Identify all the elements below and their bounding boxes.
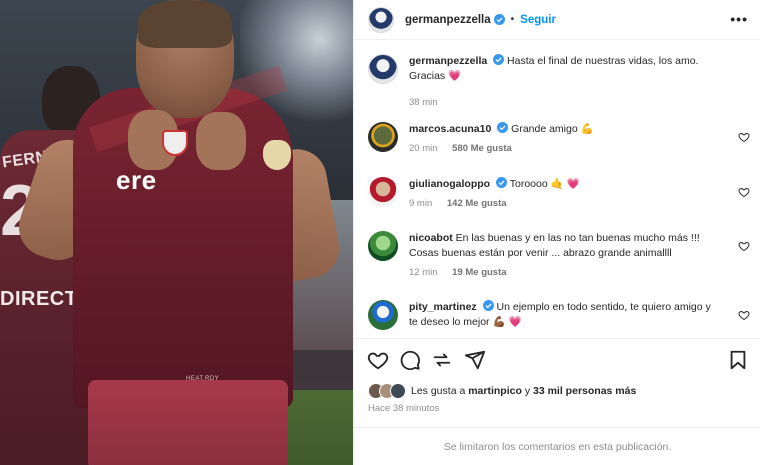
caption-text-line2: Gracias: [409, 70, 446, 82]
comment-text: Grande amigo 💪: [511, 123, 594, 135]
liker-avatar: [390, 383, 406, 399]
avatar[interactable]: [368, 122, 398, 152]
avatar[interactable]: [368, 177, 398, 207]
separator-dot: •: [510, 14, 515, 25]
comment-likes[interactable]: 142 Me gusta: [447, 198, 507, 209]
caption-text: Hasta el final de nuestras vidas, los am…: [507, 55, 699, 67]
post-photo[interactable]: FERNANDO 20 DIRECTV ere HEAT.RDY: [0, 0, 353, 465]
comment-item: pity_martinez Un ejemplo en todo sentido…: [368, 300, 750, 330]
caption-username[interactable]: germanpezzella: [409, 55, 487, 67]
caption-time[interactable]: 38 min: [409, 97, 438, 108]
like-comment-heart-icon[interactable]: [738, 240, 750, 252]
main-player: ere HEAT.RDY: [11, 0, 344, 465]
verified-icon: [497, 122, 509, 133]
send-icon[interactable]: [464, 349, 486, 371]
club-crest: [162, 130, 188, 156]
heart-icon[interactable]: [367, 349, 389, 371]
avatar[interactable]: [368, 54, 398, 84]
comment-time[interactable]: 20 min: [409, 143, 438, 154]
post-header: germanpezzella • Seguir •••: [354, 0, 760, 40]
comments-list[interactable]: germanpezzella Hasta el final de nuestra…: [354, 41, 760, 338]
likes-count[interactable]: 33 mil personas más: [533, 385, 636, 397]
avatar[interactable]: [368, 6, 394, 33]
more-icon[interactable]: •••: [730, 11, 748, 27]
post-timestamp: Hace 38 minutos: [368, 403, 440, 414]
comment-text: En las buenas y en las no tan buenas muc…: [409, 232, 700, 259]
likes-connector: y: [524, 385, 531, 397]
verified-icon: [493, 54, 505, 65]
instagram-post-view: FERNANDO 20 DIRECTV ere HEAT.RDY germanp…: [0, 0, 760, 465]
comment-item: marcos.acuna10 Grande amigo 💪 20 min 580…: [368, 122, 750, 156]
post-sidebar: germanpezzella • Seguir ••• germanpezzel…: [353, 0, 760, 465]
shirt-small-text: HEAT.RDY: [186, 376, 220, 382]
verified-icon: [482, 300, 494, 311]
verified-icon: [493, 14, 505, 25]
comments-limited-notice: Se limitaron los comentarios en esta pub…: [354, 427, 760, 465]
liker-username[interactable]: martinpico: [468, 385, 522, 397]
verified-icon: [496, 177, 507, 188]
share-icon[interactable]: [431, 349, 453, 371]
comment-likes[interactable]: 580 Me gusta: [452, 143, 512, 154]
like-comment-heart-icon[interactable]: [738, 309, 750, 321]
like-comment-heart-icon[interactable]: [738, 186, 750, 198]
heart-emoji: 💗: [448, 70, 462, 82]
comment-username[interactable]: giulianogaloppo: [409, 178, 490, 190]
avatar[interactable]: [368, 300, 398, 330]
comment-icon[interactable]: [399, 349, 421, 371]
avatar[interactable]: [368, 231, 398, 261]
comment-item: giulianogaloppo Toroooo 🤙 💗 9 min 142 Me…: [368, 177, 750, 211]
comment-item: nicoabot En las buenas y en las no tan b…: [368, 231, 750, 280]
shirt-sponsor: ere: [116, 165, 157, 195]
comment-username[interactable]: nicoabot: [409, 232, 453, 244]
comment-username[interactable]: marcos.acuna10: [409, 123, 491, 135]
follow-button[interactable]: Seguir: [520, 14, 556, 26]
caption: germanpezzella Hasta el final de nuestra…: [368, 54, 750, 110]
likes-summary[interactable]: Les gusta a martinpico y 33 mil personas…: [368, 383, 636, 399]
sleeve-badge: [263, 140, 291, 170]
bookmark-icon[interactable]: [727, 349, 749, 371]
like-comment-heart-icon[interactable]: [738, 131, 750, 143]
comment-time[interactable]: 9 min: [409, 198, 432, 209]
comment-text: Toroooo 🤙 💗: [509, 178, 580, 190]
comment-likes[interactable]: 19 Me gusta: [452, 267, 506, 278]
comment-time[interactable]: 12 min: [409, 267, 438, 278]
header-username[interactable]: germanpezzella: [405, 14, 491, 26]
likes-prefix: Les gusta a: [411, 385, 466, 397]
comment-username[interactable]: pity_martinez: [409, 301, 477, 313]
